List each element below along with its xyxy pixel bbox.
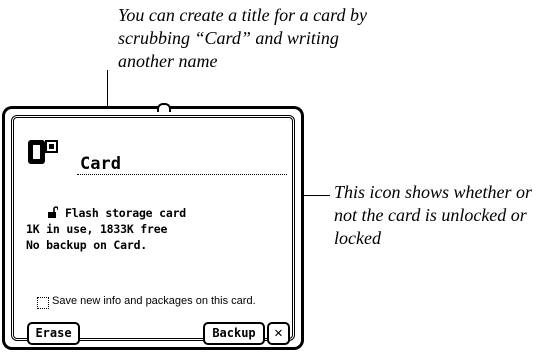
storage-type: Flash storage card bbox=[65, 206, 187, 220]
close-icon[interactable]: ✕ bbox=[267, 322, 290, 345]
callout-title-hint: You can create a title for a card by scr… bbox=[118, 5, 367, 71]
save-on-card-label: Save new info and packages on this card. bbox=[52, 295, 256, 307]
dialog-notch bbox=[157, 103, 171, 112]
erase-button[interactable]: Erase bbox=[27, 322, 80, 345]
unlocked-icon bbox=[48, 206, 58, 218]
backup-status: No backup on Card. bbox=[26, 238, 148, 252]
callout-lock-hint: This icon shows whether or not the card … bbox=[334, 182, 533, 248]
card-info-dialog: Card Flash storage card 1K in use, 1833K… bbox=[0, 103, 307, 353]
title-underline bbox=[77, 174, 287, 175]
card-title[interactable]: Card bbox=[80, 154, 121, 174]
storage-usage: 1K in use, 1833K free bbox=[26, 222, 168, 236]
save-on-card-checkbox[interactable] bbox=[37, 297, 49, 309]
backup-button[interactable]: Backup bbox=[203, 322, 265, 345]
card-icon bbox=[28, 140, 58, 164]
